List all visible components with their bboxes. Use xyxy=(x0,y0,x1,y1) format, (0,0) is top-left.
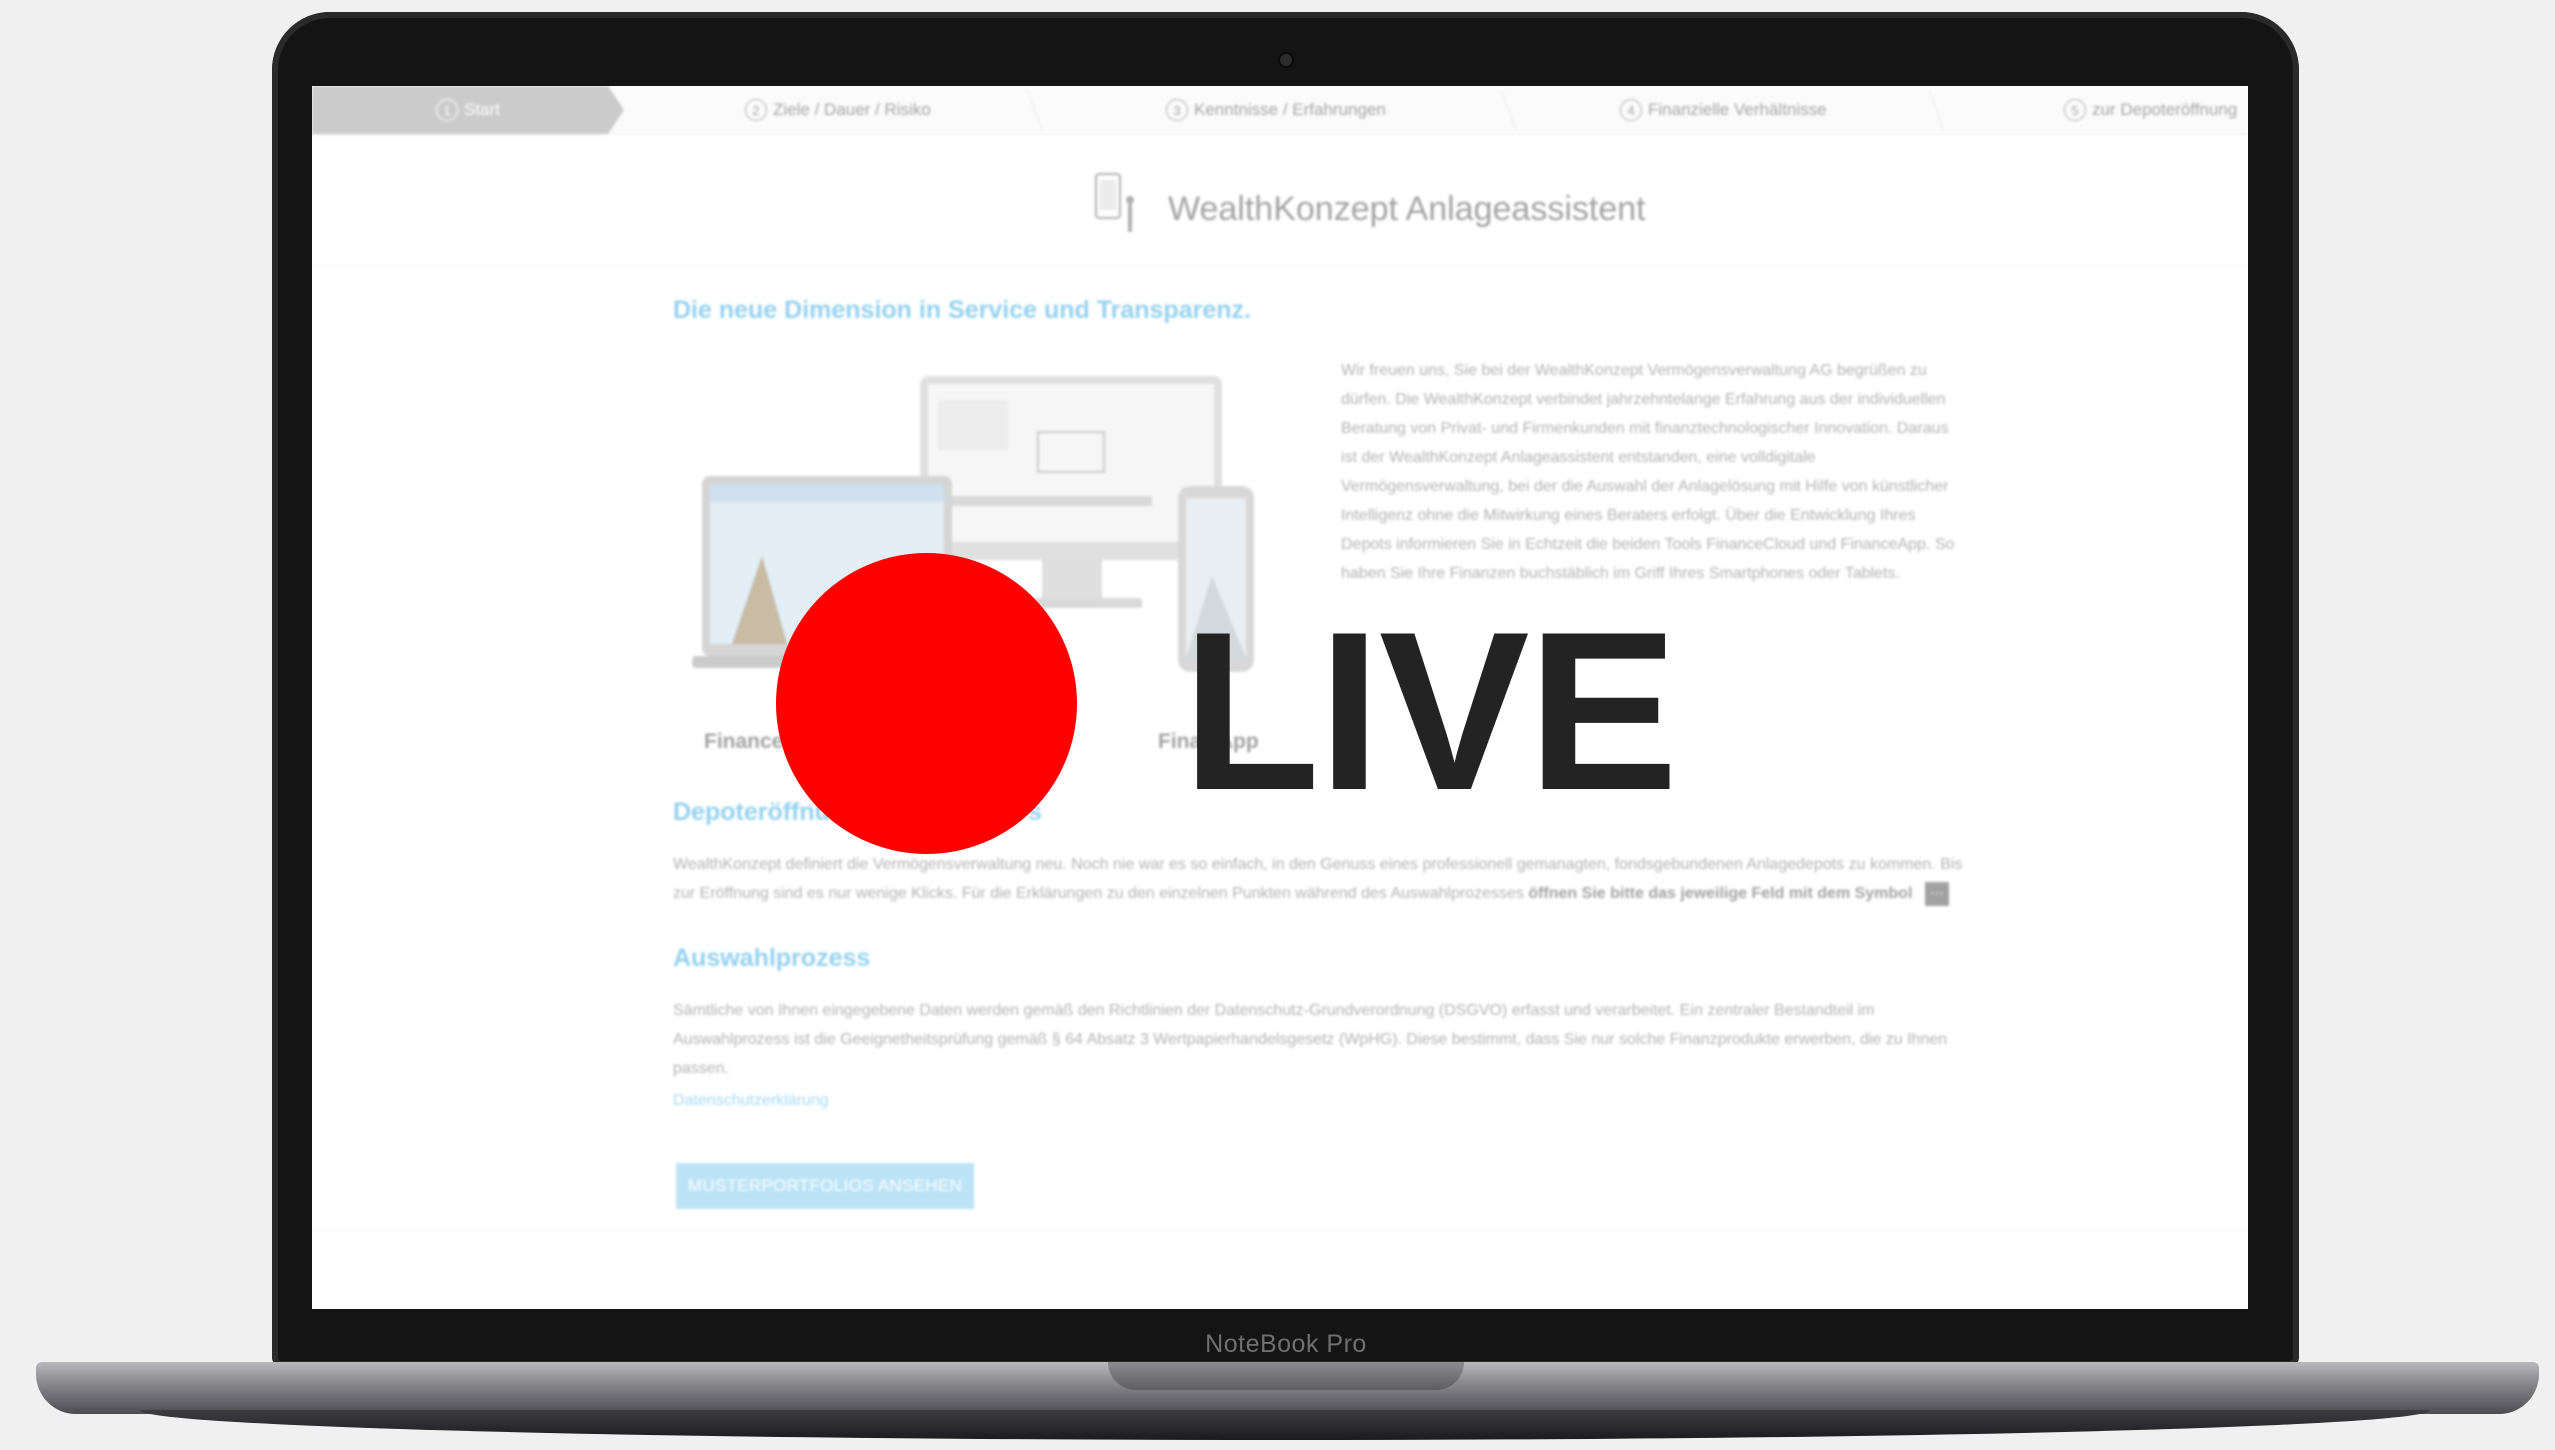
depot-paragraph: WealthKonzept definiert die Vermögensver… xyxy=(673,850,1963,908)
more-symbol-icon[interactable]: ··· xyxy=(1924,881,1949,906)
page-title: WealthKonzept Anlageassistent xyxy=(1168,190,1646,228)
footer-divider xyxy=(312,1229,2248,1230)
step-finanzielle[interactable]: 4 Finanzielle Verhältnisse xyxy=(1620,86,1827,134)
phone-person-icon xyxy=(1095,173,1134,232)
step-depoteroeffnung[interactable]: 5 zur Depoteröffnung xyxy=(2064,86,2237,134)
auswahl-heading: Auswahlprozess xyxy=(673,944,871,972)
step-number: 2 xyxy=(745,99,767,121)
datenschutz-link[interactable]: Datenschutzerklärung xyxy=(673,1092,829,1110)
device-label-left: Finance xyxy=(704,730,784,753)
wizard-steps: 1 Start 2 Ziele / Dauer / Risiko 3 Kennt… xyxy=(312,86,2248,135)
step-ziele[interactable]: 2 Ziele / Dauer / Risiko xyxy=(745,86,931,134)
step-separator xyxy=(1912,90,1945,130)
musterportfolios-button[interactable]: MUSTERPORTFOLIOS ANSEHEN xyxy=(676,1163,974,1209)
step-label: Kenntnisse / Erfahrungen xyxy=(1194,100,1386,119)
step-separator xyxy=(1010,90,1043,130)
step-number: 4 xyxy=(1620,99,1642,121)
step-number: 1 xyxy=(436,99,458,121)
step-label: Finanzielle Verhältnisse xyxy=(1648,100,1827,119)
laptop-notch xyxy=(1108,1362,1464,1390)
laptop-base-bottom xyxy=(140,1410,2430,1440)
step-kenntnisse[interactable]: 3 Kenntnisse / Erfahrungen xyxy=(1166,86,1386,134)
step-number: 3 xyxy=(1166,99,1188,121)
depot-bold-text: öffnen Sie bitte das jeweilige Feld mit … xyxy=(1528,885,1913,902)
camera-icon xyxy=(1280,54,1292,66)
step-label: zur Depoteröffnung xyxy=(2092,100,2238,119)
page-header: WealthKonzept Anlageassistent xyxy=(312,134,2248,267)
live-record-icon xyxy=(776,553,1077,854)
step-start[interactable]: 1 Start xyxy=(436,86,500,134)
depot-heading: Depoteröffnu xyxy=(673,798,830,826)
step-label: Ziele / Dauer / Risiko xyxy=(773,100,931,119)
auswahl-paragraph: Sämtliche von Ihnen eingegebene Daten we… xyxy=(673,1002,1948,1077)
step-number: 5 xyxy=(2064,99,2086,121)
step-separator xyxy=(1484,90,1517,130)
device-brand: NoteBook Pro xyxy=(1205,1330,1367,1358)
intro-paragraph: Wir freuen uns, Sie bei der WealthKonzep… xyxy=(1341,362,1955,582)
live-label: LIVE xyxy=(1182,584,1678,837)
intro-heading: Die neue Dimension in Service und Transp… xyxy=(673,296,1251,324)
step-label: Start xyxy=(464,100,500,119)
